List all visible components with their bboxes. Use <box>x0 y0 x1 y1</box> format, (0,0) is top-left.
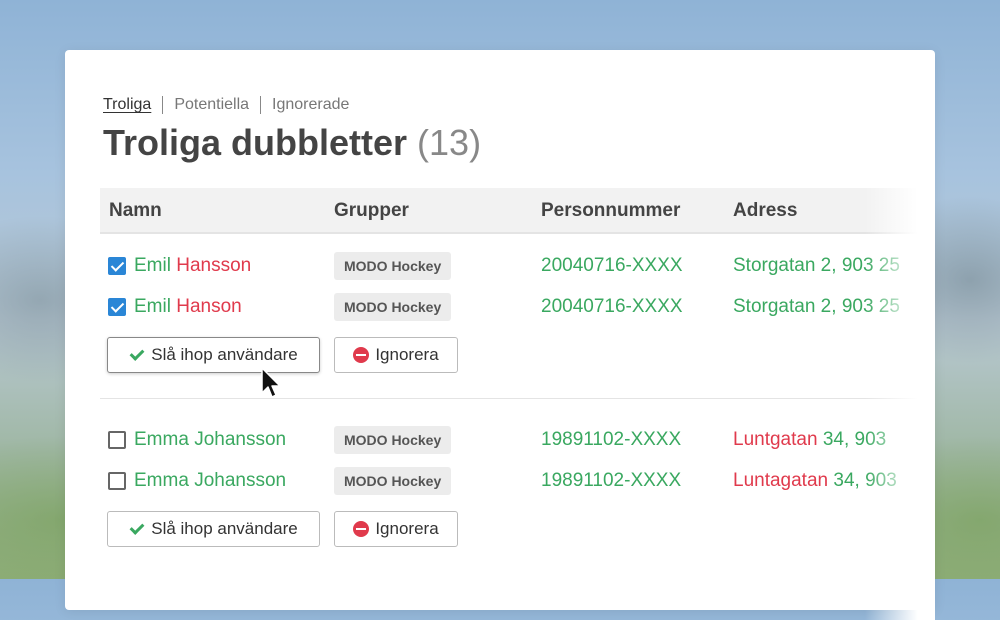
merge-users-button[interactable]: Slå ihop användare <box>107 337 320 373</box>
person-name: Emil Hanson <box>134 296 242 318</box>
address-street: Luntgatan <box>733 429 818 450</box>
first-name: Emil <box>134 296 171 317</box>
ignore-button[interactable]: Ignorera <box>334 337 458 373</box>
check-icon <box>129 521 145 537</box>
last-name: Johansson <box>194 470 287 491</box>
duplicate-count: (13) <box>417 122 482 163</box>
ignore-button-label: Ignorera <box>375 345 439 364</box>
address-street: Storgatan 2, <box>733 255 837 276</box>
first-name: Emma <box>134 429 189 450</box>
right-edge-fade <box>865 180 935 620</box>
row-checkbox[interactable] <box>108 431 126 449</box>
tab-potentiella[interactable]: Potentiella <box>174 96 249 114</box>
first-name: Emil <box>134 255 171 276</box>
first-name: Emma <box>134 470 189 491</box>
address: Luntagatan 34, 903 <box>733 470 897 492</box>
group-badge: MODO Hockey <box>334 293 452 321</box>
tab-separator <box>260 96 262 114</box>
address-street: Storgatan 2, <box>733 296 837 317</box>
address-rest: 34, 903 <box>822 429 887 450</box>
tab-bar: Troliga Potentiella Ignorerade <box>103 96 349 114</box>
tab-separator <box>162 96 164 114</box>
address-rest: 903 25 <box>841 255 900 276</box>
last-name: Johansson <box>194 429 287 450</box>
person-name: Emma Johansson <box>134 470 286 492</box>
person-name: Emma Johansson <box>134 429 286 451</box>
merge-button-label: Slå ihop användare <box>151 519 298 538</box>
personnummer: 20040716-XXXX <box>541 296 683 317</box>
group-badge: MODO Hockey <box>334 426 452 454</box>
last-name: Hansson <box>176 255 252 276</box>
tab-ignorerade[interactable]: Ignorerade <box>272 96 349 114</box>
person-name: Emil Hansson <box>134 255 251 277</box>
duplicates-card: Troliga Potentiella Ignorerade Troliga d… <box>65 50 935 620</box>
address: Luntgatan 34, 903 <box>733 429 886 451</box>
address-rest: 34, 903 <box>833 470 897 491</box>
last-name: Hanson <box>176 296 242 317</box>
table-row: Emma Johansson MODO Hockey 19891102-XXXX… <box>100 425 935 455</box>
row-checkbox[interactable] <box>108 298 126 316</box>
page-title-text: Troliga dubbletter <box>103 122 408 163</box>
personnummer: 19891102-XXXX <box>541 470 682 491</box>
column-header-pnr: Personnummer <box>541 200 681 221</box>
merge-button-label: Slå ihop användare <box>151 345 298 364</box>
column-header-groups: Grupper <box>334 200 409 221</box>
group-badge: MODO Hockey <box>334 467 452 495</box>
no-entry-icon <box>353 347 370 363</box>
ignore-button-label: Ignorera <box>375 519 439 538</box>
table-row: Emil Hanson MODO Hockey 20040716-XXXX St… <box>100 292 935 322</box>
column-header-address: Adress <box>733 200 798 221</box>
ignore-button[interactable]: Ignorera <box>334 511 458 547</box>
mouse-pointer-icon <box>261 367 281 398</box>
address-street: Luntagatan <box>733 470 829 491</box>
column-header-name: Namn <box>109 200 162 221</box>
table-header: Namn Grupper Personnummer Adress <box>100 188 935 234</box>
group-divider <box>100 398 935 399</box>
check-icon <box>129 347 145 363</box>
group-badge: MODO Hockey <box>334 252 452 280</box>
row-checkbox[interactable] <box>108 472 126 490</box>
tab-troliga[interactable]: Troliga <box>103 96 151 114</box>
row-checkbox[interactable] <box>108 257 126 275</box>
address-rest: 903 25 <box>841 296 900 317</box>
table-row: Emil Hansson MODO Hockey 20040716-XXXX S… <box>100 251 935 281</box>
address: Storgatan 2, 903 25 <box>733 296 900 318</box>
no-entry-icon <box>353 521 370 537</box>
merge-users-button[interactable]: Slå ihop användare <box>107 511 320 547</box>
table-row: Emma Johansson MODO Hockey 19891102-XXXX… <box>100 466 935 496</box>
personnummer: 19891102-XXXX <box>541 429 682 450</box>
personnummer: 20040716-XXXX <box>541 255 683 276</box>
page-title: Troliga dubbletter (13) <box>103 122 481 164</box>
address: Storgatan 2, 903 25 <box>733 255 900 277</box>
